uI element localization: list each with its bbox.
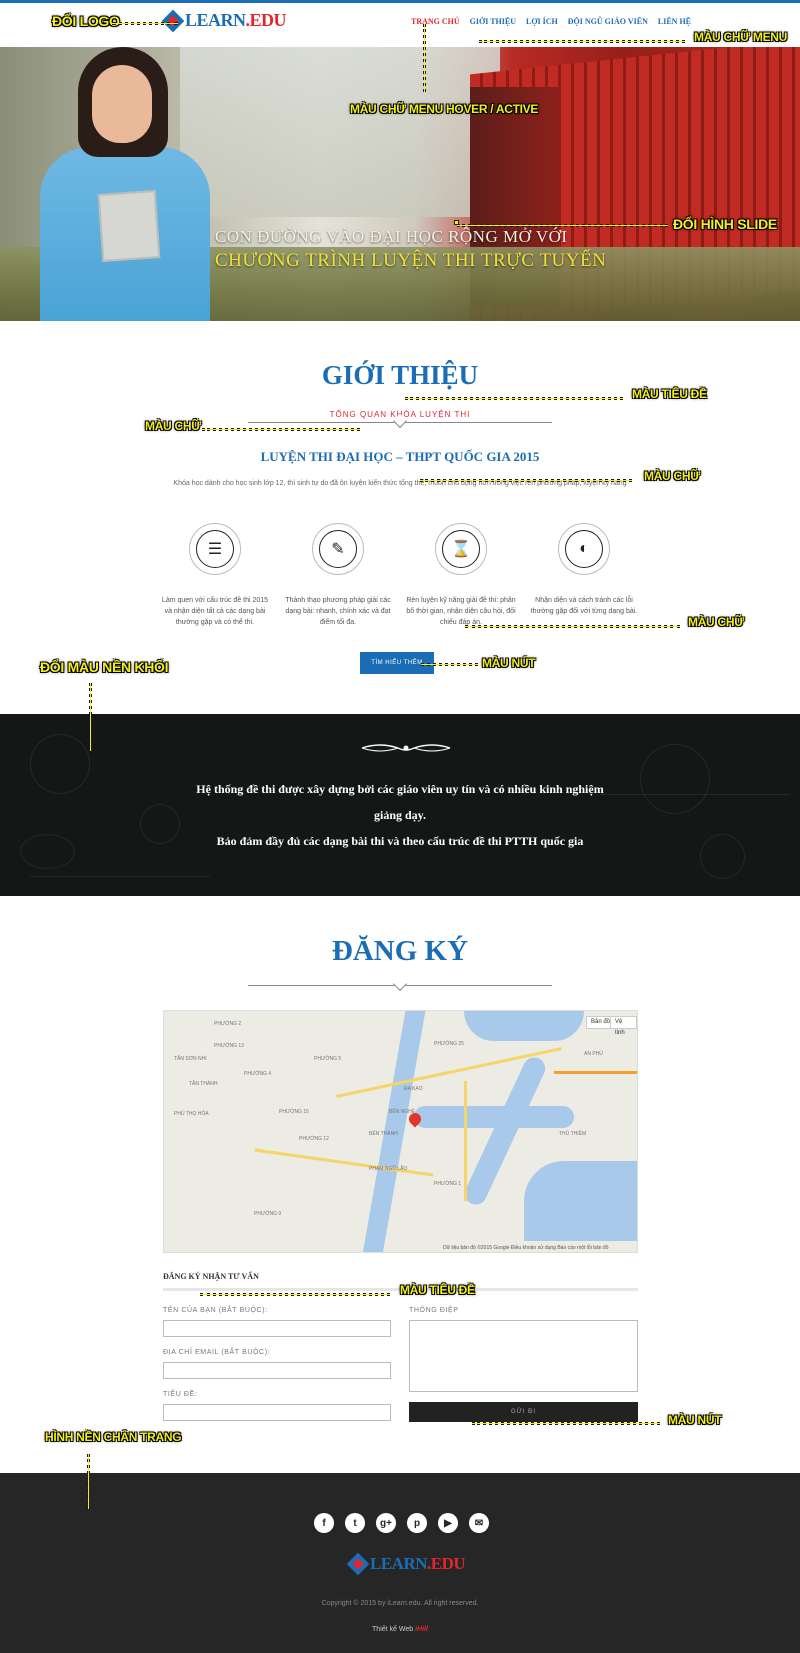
annotation-text-color-2: MÀU CHỮ <box>644 469 700 483</box>
hero-headline-1: CON ĐƯỜNG VÀO ĐẠI HỌC RỘNG MỞ VỚI <box>215 227 568 246</box>
feature-text: Làm quen với cấu trúc đề thi 2015 và nhậ… <box>161 597 269 626</box>
annotation-button-color-2: MÀU NÚT <box>668 1413 722 1427</box>
form-heading: ĐĂNG KÝ NHẬN TƯ VẤN <box>163 1272 259 1281</box>
pinterest-icon[interactable]: p <box>407 1513 427 1533</box>
feature-text: Rèn luyện kỹ năng giải đề thi: phân bổ t… <box>406 597 516 626</box>
register-title: ĐĂNG KÝ <box>331 935 469 967</box>
facebook-icon[interactable]: f <box>314 1513 334 1533</box>
logo-text: LEARN.EDU <box>185 10 287 30</box>
band-text-1: Hệ thống đề thi được xây dựng bởi các gi… <box>196 782 604 796</box>
annotation-menu-color: MÀU CHỮ MENU <box>694 30 788 44</box>
band-text-2: giảng dạy. <box>373 808 427 822</box>
menu-item-benefits[interactable]: LỢI ÍCH <box>526 17 558 26</box>
feature-item: ⌛ Rèn luyện kỹ năng giải đề thi: phân bổ… <box>406 523 516 628</box>
band-text-3: Bảo đảm đầy đủ các dạng bài thi và theo … <box>216 834 584 848</box>
brightness-icon: ◐ <box>565 530 603 568</box>
annotation-text-color-3: MÀU CHỮ <box>688 615 744 629</box>
hero-sky <box>180 47 500 217</box>
email-label: ĐỊA CHỈ EMAIL (BẮT BUỘC): <box>163 1349 271 1356</box>
youtube-icon[interactable]: ▶ <box>438 1513 458 1533</box>
message-textarea[interactable] <box>409 1320 638 1392</box>
copyright: Copyright © 2015 by iLearn.edu. All righ… <box>321 1600 479 1607</box>
menu-item-about[interactable]: GIỚI THIỆU <box>470 17 516 26</box>
name-label: TÊN CỦA BẠN (BẮT BUỘC): <box>163 1307 268 1314</box>
name-input[interactable] <box>163 1320 391 1337</box>
feature-item: ✎ Thành thạo phương pháp giải các dạng b… <box>283 523 393 628</box>
ornament-divider-icon <box>361 744 451 752</box>
twitter-icon[interactable]: t <box>345 1513 365 1533</box>
register-divider-arrow <box>392 976 408 992</box>
feature-text: Nhận diện và cách tránh các lỗi thường g… <box>530 597 638 615</box>
menu-item-teachers[interactable]: ĐỘI NGŨ GIÁO VIÊN <box>568 17 648 26</box>
feature-item: ◐ Nhận diện và cách tránh các lỗi thường… <box>529 523 639 617</box>
email-icon[interactable]: ✉ <box>469 1513 489 1533</box>
annotation-footer-background: HÌNH NỀN CHÂN TRANG <box>45 1430 182 1444</box>
hourglass-icon: ⌛ <box>442 530 480 568</box>
highlight-band: Hệ thống đề thi được xây dựng bởi các gi… <box>0 714 800 896</box>
pencil-icon: ✎ <box>319 530 357 568</box>
message-label: THÔNG ĐIỆP <box>409 1307 459 1314</box>
feature-text: Thành thạo phương pháp giải các dạng bài… <box>285 597 391 626</box>
subject-label: TIÊU ĐỀ: <box>163 1391 198 1398</box>
map-attribution: Dữ liệu bản đồ ©2015 Google Điều khoản s… <box>443 1245 609 1251</box>
course-title: LUYỆN THI ĐẠI HỌC – THPT QUỐC GIA 2015 <box>260 449 540 464</box>
footer-logo-text: LEARN.EDU <box>370 1554 466 1573</box>
annotation-title-color-2: MÀU TIÊU ĐỀ <box>400 1283 475 1297</box>
list-icon: ☰ <box>196 530 234 568</box>
map-type-satellite-button[interactable]: Vệ tinh <box>610 1016 637 1036</box>
social-links: f t g+ p ▶ ✉ <box>314 1513 489 1533</box>
annotation-change-logo: ĐỔI LOGO <box>52 13 120 29</box>
annotation-change-slide: ĐỔI HÌNH SLIDE <box>673 216 777 232</box>
location-map[interactable]: PHƯỜNG 2 PHƯỜNG 13 TÂN SƠN NHÌ TÂN THÀNH… <box>163 1010 638 1253</box>
annotation-button-color-1: MÀU NÚT <box>482 656 536 670</box>
hero-headline-2: CHƯƠNG TRÌNH LUYỆN THI TRỰC TUYẾN <box>215 250 607 271</box>
annotation-text-color-1: MÀU CHỮ <box>145 419 201 433</box>
annotation-block-background: ĐỔI MÀU NỀN KHỐI <box>40 659 169 675</box>
footer-logo[interactable]: LEARN.EDU <box>346 1552 466 1576</box>
feature-item: ☰ Làm quen với cấu trúc đề thi 2015 và n… <box>160 523 270 628</box>
hero-student-photo <box>30 47 215 321</box>
logo[interactable]: LEARN.EDU <box>161 9 287 32</box>
designer-credit[interactable]: Thiết kế Web iHill <box>0 1626 800 1633</box>
email-input[interactable] <box>163 1362 391 1379</box>
send-button[interactable]: GỬI ĐI <box>409 1402 638 1422</box>
hero-slider: CON ĐƯỜNG VÀO ĐẠI HỌC RỘNG MỞ VỚI CHƯƠNG… <box>0 47 800 321</box>
footer-logo-diamond-icon <box>346 1552 370 1576</box>
annotation-menu-hover: MÀU CHỮ MENU HOVER / ACTIVE <box>350 102 539 116</box>
subject-input[interactable] <box>163 1404 391 1421</box>
menu-item-home[interactable]: TRANG CHỦ <box>411 17 460 26</box>
annotation-title-color: MÀU TIÊU ĐỀ <box>632 387 707 401</box>
google-plus-icon[interactable]: g+ <box>376 1513 396 1533</box>
main-menu: TRANG CHỦ GIỚI THIỆU LỢI ÍCH ĐỘI NGŨ GIÁ… <box>411 17 691 26</box>
menu-item-contact[interactable]: LIÊN HỆ <box>658 17 691 26</box>
logo-diamond-icon <box>161 9 185 32</box>
